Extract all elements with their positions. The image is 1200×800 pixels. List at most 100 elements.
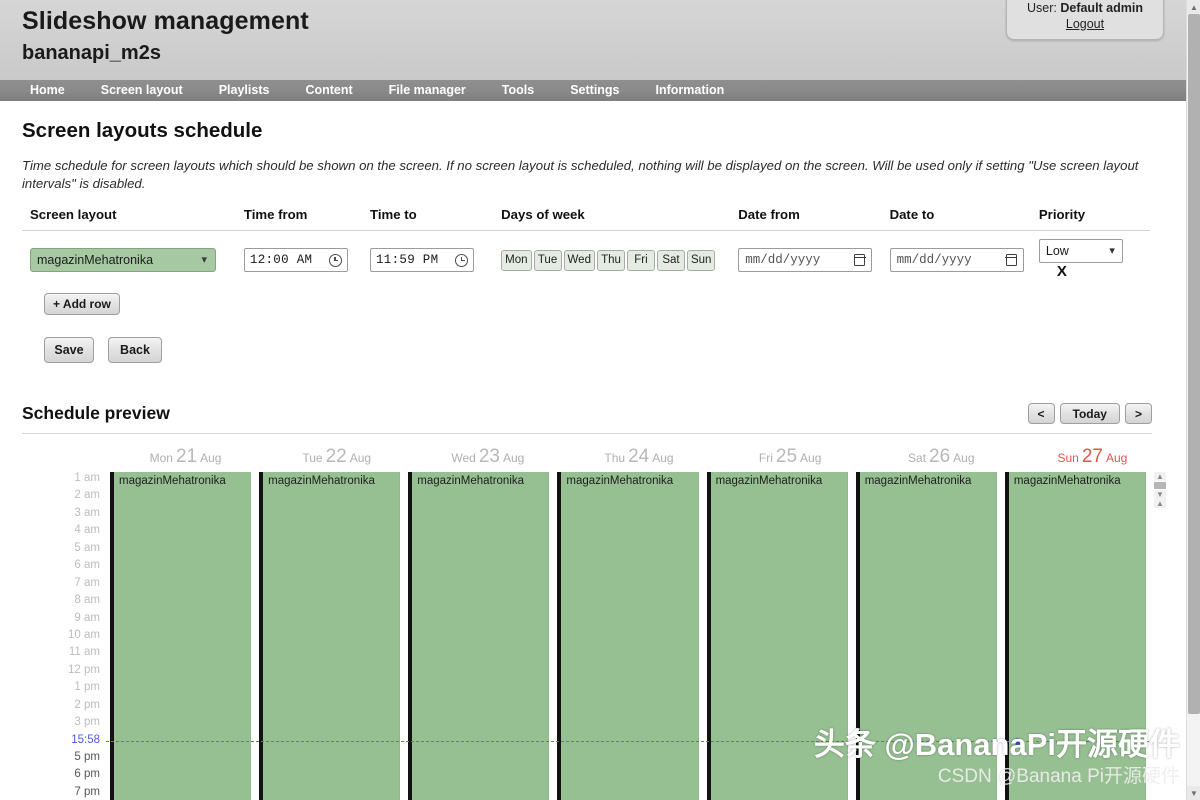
nav-item-settings[interactable]: Settings xyxy=(552,80,637,101)
col-header-date-from: Date from xyxy=(730,207,882,231)
calendar-event-block[interactable]: magazinMehatronika xyxy=(855,472,997,800)
schedule-preview-header: Schedule preview < Today > xyxy=(22,403,1152,434)
date-from-placeholder: mm/dd/yyyy xyxy=(745,253,821,267)
nav-item-tools[interactable]: Tools xyxy=(484,80,552,101)
day-number: 25 xyxy=(775,446,798,467)
time-tick-5pm: 5 pm xyxy=(74,751,100,763)
back-button[interactable]: Back xyxy=(108,337,162,363)
time-to-input[interactable]: 11:59 PM xyxy=(370,248,474,272)
time-tick-7am: 7 am xyxy=(74,576,100,589)
page-content: Screen layouts schedule Time schedule fo… xyxy=(0,119,1186,363)
date-to-input[interactable]: mm/dd/yyyy xyxy=(889,248,1024,272)
col-header-time-to: Time to xyxy=(362,207,494,231)
calendar-column-fri[interactable]: magazinMehatronika xyxy=(706,472,848,800)
calendar-event-block[interactable]: magazinMehatronika xyxy=(259,472,401,800)
calendar-prev-button[interactable]: < xyxy=(1027,403,1055,424)
calendar-event-block[interactable]: magazinMehatronika xyxy=(557,472,699,800)
scroll-down-icon[interactable]: ▼ xyxy=(1154,490,1166,499)
nav-item-home[interactable]: Home xyxy=(12,80,83,101)
time-tick-9am: 9 am xyxy=(74,611,100,624)
day-toggle-sun[interactable]: Sun xyxy=(686,249,716,271)
calendar-event-block[interactable]: magazinMehatronika xyxy=(1004,472,1146,800)
calendar-scrollbar-thumb[interactable] xyxy=(1154,482,1166,489)
time-from-value: 12:00 AM xyxy=(249,253,313,267)
calendar-event-block[interactable]: magazinMehatronika xyxy=(110,472,252,800)
add-row-button[interactable]: + Add row xyxy=(44,293,120,315)
time-tick-2pm: 2 pm xyxy=(74,698,100,711)
remove-row-button[interactable]: X xyxy=(1057,263,1067,280)
scroll-up-icon[interactable]: ▲ xyxy=(1154,472,1166,481)
page-root: Slideshow management bananapi_m2s User: … xyxy=(0,0,1200,800)
page-scrollbar[interactable]: ▲ ▼ xyxy=(1186,0,1200,800)
cell-time-to: 11:59 PM xyxy=(362,231,493,282)
day-toggle-tue[interactable]: Tue xyxy=(533,249,562,271)
date-from-input[interactable]: mm/dd/yyyy xyxy=(738,248,873,272)
scroll-up-icon[interactable]: ▲ xyxy=(1187,0,1200,14)
col-header-time-from: Time from xyxy=(235,207,362,231)
screen-layout-select-wrap: magazinMehatronika ▾ xyxy=(30,248,216,272)
calendar-column-wed[interactable]: magazinMehatronika xyxy=(408,472,550,800)
calendar-nav-group: < Today > xyxy=(1027,403,1152,424)
day-of-week-label: Sat xyxy=(908,451,927,465)
nav-item-information[interactable]: Information xyxy=(638,80,743,101)
nav-item-screen-layout[interactable]: Screen layout xyxy=(83,80,201,101)
calendar-event-block[interactable]: magazinMehatronika xyxy=(706,472,848,800)
day-toggle-thu[interactable]: Thu xyxy=(596,249,625,271)
calendar-column-sat[interactable]: magazinMehatronika xyxy=(855,472,997,800)
day-of-week-label: Thu xyxy=(604,451,626,465)
month-label: Aug xyxy=(800,451,822,465)
nav-item-content[interactable]: Content xyxy=(287,80,370,101)
day-toggle-wed[interactable]: Wed xyxy=(563,249,595,271)
user-box: User: Default admin Logout xyxy=(1006,0,1164,40)
time-tick-4am: 4 am xyxy=(74,524,100,537)
col-header-days-of-week: Days of week xyxy=(493,207,731,231)
cell-time-from: 12:00 AM xyxy=(236,231,362,282)
time-tick-2am: 2 am xyxy=(74,489,100,502)
month-label: Aug xyxy=(349,451,372,465)
time-tick-1pm: 1 pm xyxy=(74,681,100,694)
month-label: Aug xyxy=(652,451,674,465)
calendar-column-mon[interactable]: magazinMehatronika xyxy=(110,472,252,800)
schedule-table: Screen layout Time from Time to Days of … xyxy=(22,207,1150,281)
time-tick-8am: 8 am xyxy=(74,594,100,607)
day-number: 21 xyxy=(175,446,198,467)
scroll-up-icon-secondary[interactable]: ▲ xyxy=(1154,499,1166,508)
priority-select[interactable]: Low xyxy=(1038,239,1123,263)
calendar-column-sun[interactable]: magazinMehatronika xyxy=(1004,472,1146,800)
calendar-day-header-mon: Mon 21 Aug xyxy=(110,444,261,468)
day-number: 24 xyxy=(628,446,650,467)
time-from-input[interactable]: 12:00 AM xyxy=(243,248,348,272)
calendar-event-block[interactable]: magazinMehatronika xyxy=(408,472,550,800)
day-toggle-sat[interactable]: Sat xyxy=(656,249,685,271)
save-button[interactable]: Save xyxy=(44,337,94,363)
calendar-time-axis: 1 am 2 am 3 am 4 am 5 am 6 am 7 am 8 am … xyxy=(22,472,106,800)
calendar-next-button[interactable]: > xyxy=(1124,403,1152,424)
calendar-scrollbar[interactable]: ▲ ▼ ▲ xyxy=(1154,472,1166,800)
day-toggle-fri[interactable]: Fri xyxy=(626,249,655,271)
calendar-event-label: magazinMehatronika xyxy=(566,475,674,487)
month-label: Aug xyxy=(200,451,222,465)
col-header-screen-layout: Screen layout xyxy=(22,207,236,231)
screen-layout-select[interactable]: magazinMehatronika xyxy=(30,248,216,272)
scroll-down-icon[interactable]: ▼ xyxy=(1187,786,1200,800)
clock-icon xyxy=(455,253,468,267)
page-title: Screen layouts schedule xyxy=(22,119,263,142)
calendar-day-header-sun: Sun 27 Aug xyxy=(1017,444,1168,468)
cell-date-to: mm/dd/yyyy xyxy=(882,231,1031,282)
page-scrollbar-thumb[interactable] xyxy=(1188,14,1200,714)
day-toggle-mon[interactable]: Mon xyxy=(501,249,532,271)
calendar-today-button[interactable]: Today xyxy=(1059,403,1120,424)
calendar-day-header-sat: Sat 26 Aug xyxy=(866,444,1017,468)
nav-item-playlists[interactable]: Playlists xyxy=(201,80,288,101)
calendar-body: 1 am 2 am 3 am 4 am 5 am 6 am 7 am 8 am … xyxy=(22,472,1168,800)
logout-link[interactable]: Logout xyxy=(1066,17,1104,31)
nav-item-file-manager[interactable]: File manager xyxy=(371,80,484,101)
calendar-grid: magazinMehatronika magazinMehatronika ma… xyxy=(110,472,1168,800)
month-label: Aug xyxy=(953,451,975,465)
calendar-column-thu[interactable]: magazinMehatronika xyxy=(557,472,699,800)
main-navbar: Home Screen layout Playlists Content Fil… xyxy=(0,80,1186,101)
time-tick-3pm: 3 pm xyxy=(74,716,100,729)
schedule-table-header-row: Screen layout Time from Time to Days of … xyxy=(22,207,1150,231)
col-header-priority: Priority xyxy=(1030,207,1150,231)
calendar-column-tue[interactable]: magazinMehatronika xyxy=(259,472,401,800)
